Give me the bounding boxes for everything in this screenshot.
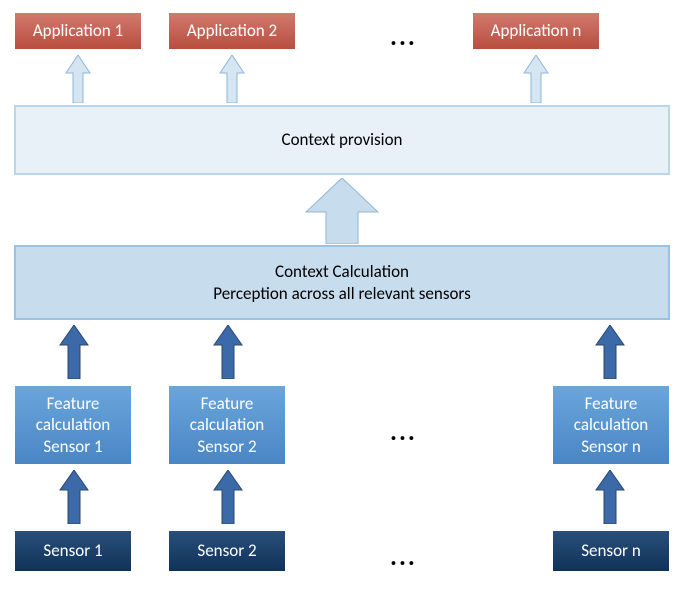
application-2-box: Application 2 xyxy=(168,12,296,50)
sensor-1-box: Sensor 1 xyxy=(14,530,132,572)
application-n-box: Application n xyxy=(472,12,600,50)
context-provision-box: Context provision xyxy=(14,105,670,175)
sensor-2-box: Sensor 2 xyxy=(168,530,286,572)
arrow-to-app-n xyxy=(520,55,552,103)
arrow-sensor1-to-feat xyxy=(56,470,92,524)
arrow-featn-to-calc xyxy=(592,325,628,379)
ellipsis-sensors: ... xyxy=(390,540,417,572)
arrow-to-app-1 xyxy=(62,55,94,103)
context-calculation-subtitle: Perception across all relevant sensors xyxy=(213,283,470,304)
ellipsis-apps: ... xyxy=(390,20,417,52)
arrow-calc-to-provision xyxy=(302,178,382,244)
ellipsis-features: ... xyxy=(390,415,417,447)
sensor-n-box: Sensor n xyxy=(552,530,670,572)
feature-calc-n-box: Feature calculation Sensor n xyxy=(552,385,670,465)
arrow-feat2-to-calc xyxy=(210,325,246,379)
feature-calc-1-box: Feature calculation Sensor 1 xyxy=(14,385,132,465)
context-calculation-box: Context Calculation Perception across al… xyxy=(14,245,670,320)
arrow-sensorn-to-feat xyxy=(592,470,628,524)
arrow-feat1-to-calc xyxy=(56,325,92,379)
arrow-sensor2-to-feat xyxy=(210,470,246,524)
context-calculation-title: Context Calculation xyxy=(213,261,470,282)
application-1-box: Application 1 xyxy=(14,12,142,50)
arrow-to-app-2 xyxy=(216,55,248,103)
feature-calc-2-box: Feature calculation Sensor 2 xyxy=(168,385,286,465)
